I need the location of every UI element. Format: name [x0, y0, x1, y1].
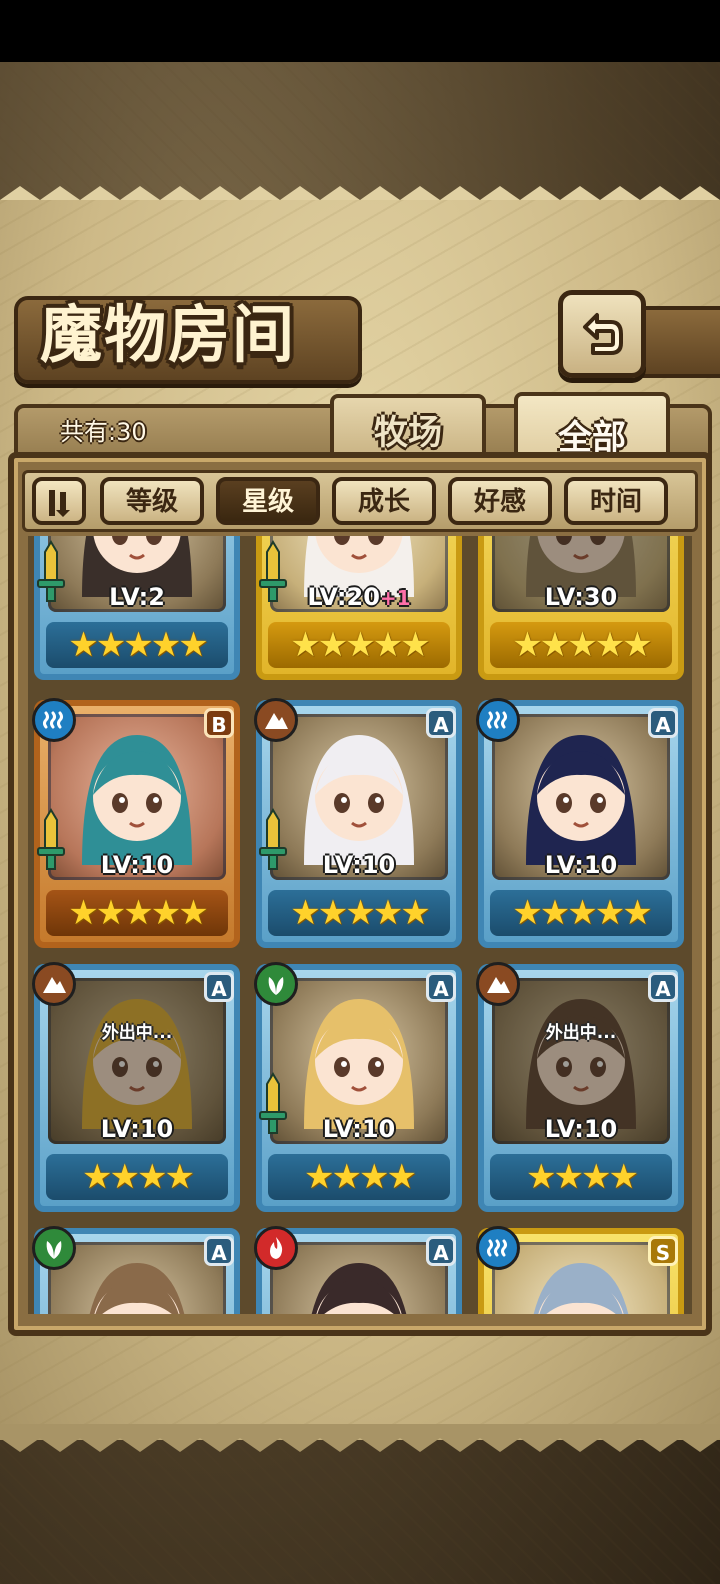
- star-rating: ★★★★: [46, 1154, 228, 1200]
- monster-card[interactable]: A: [32, 1226, 240, 1314]
- star-rating: ★★★★★: [46, 622, 228, 668]
- star-rating: ★★★★★: [268, 890, 450, 936]
- header-right-strip: [636, 306, 720, 378]
- monster-count: 共有:30: [60, 418, 147, 446]
- star-rating: ★★★★★: [490, 890, 672, 936]
- water-element-icon: [476, 698, 520, 742]
- monster-card[interactable]: LV:2 ★★★★★: [34, 536, 240, 680]
- sort-star-button[interactable]: 星级: [216, 477, 320, 525]
- monster-card[interactable]: 外出中...LV:30★★★★★: [478, 536, 684, 680]
- level-bonus: +1: [379, 586, 411, 610]
- level-text: LV:2: [109, 583, 165, 611]
- sort-growth-button[interactable]: 成长: [332, 477, 436, 525]
- level-label: LV:10: [34, 1112, 240, 1146]
- water-element-icon: [476, 1226, 520, 1270]
- monster-card[interactable]: LV:20+1 ★★★★★: [256, 536, 462, 680]
- star-rating: ★★★★★: [268, 622, 450, 668]
- rank-badge: S: [648, 1236, 678, 1266]
- water-element-icon: [32, 698, 76, 742]
- rank-badge: A: [426, 972, 456, 1002]
- level-text: LV:10: [100, 851, 174, 879]
- level-label: LV:10: [478, 848, 684, 882]
- level-text: LV:10: [100, 1115, 174, 1143]
- level-text: LV:10: [544, 851, 618, 879]
- monster-card[interactable]: A 外出中... LV:10 ★★★★: [476, 962, 684, 1212]
- level-label: LV:10: [34, 848, 240, 882]
- monster-card[interactable]: A: [254, 1226, 462, 1314]
- level-label: LV:2: [34, 580, 240, 614]
- torn-edge-bottom: [0, 1424, 720, 1452]
- rank-badge: A: [204, 972, 234, 1002]
- star-rating: ★★★★: [490, 1154, 672, 1200]
- earth-element-icon: [32, 962, 76, 1006]
- wood-element-icon: [32, 1226, 76, 1270]
- rank-badge: A: [426, 1236, 456, 1266]
- level-label: LV:10: [256, 1112, 462, 1146]
- sort-time-button[interactable]: 时间: [564, 477, 668, 525]
- rank-badge: A: [426, 708, 456, 738]
- monster-card[interactable]: A LV:10 ★★★★: [254, 962, 462, 1212]
- away-status: 外出中...: [101, 1023, 173, 1043]
- earth-element-icon: [476, 962, 520, 1006]
- level-text: LV:10: [322, 1115, 396, 1143]
- sort-order-toggle[interactable]: [32, 477, 86, 525]
- rank-badge: A: [204, 1236, 234, 1266]
- monster-grid[interactable]: LV:2 ★★★★★ LV:20+1 ★★★★★ 外出中... LV:30 ★★★★★ B LV…: [28, 536, 692, 1314]
- level-text: LV:20: [307, 583, 380, 611]
- monster-card[interactable]: B LV:10 ★★★★★: [32, 698, 240, 948]
- back-arrow-icon: [583, 313, 623, 355]
- sort-order-icon: [49, 490, 70, 517]
- wood-element-icon: [254, 962, 298, 1006]
- level-text: LV:10: [544, 1115, 618, 1143]
- level-label: LV:10: [256, 848, 462, 882]
- monster-card[interactable]: A LV:10 ★★★★★: [476, 698, 684, 948]
- status-bar: [0, 0, 720, 62]
- sort-level-button[interactable]: 等级: [100, 477, 204, 525]
- star-rating: ★★★★★: [490, 622, 672, 668]
- rank-badge: B: [204, 708, 234, 738]
- page-title: 魔物房间: [40, 298, 297, 371]
- level-text: LV:10: [322, 851, 396, 879]
- sort-affection-button[interactable]: 好感: [448, 477, 552, 525]
- earth-element-icon: [254, 698, 298, 742]
- monster-card[interactable]: S: [476, 1226, 684, 1314]
- level-text: LV:30: [544, 583, 618, 611]
- monster-card[interactable]: A LV:10 ★★★★★: [254, 698, 462, 948]
- fire-element-icon: [254, 1226, 298, 1270]
- back-button[interactable]: [558, 290, 646, 378]
- level-label: LV:30: [478, 580, 684, 614]
- level-label: LV:20+1: [256, 580, 462, 614]
- star-rating: ★★★★★: [46, 890, 228, 936]
- rank-badge: A: [648, 708, 678, 738]
- monster-card[interactable]: A 外出中... LV:10 ★★★★: [32, 962, 240, 1212]
- away-status: 外出中...: [545, 1023, 617, 1043]
- rank-badge: A: [648, 972, 678, 1002]
- star-rating: ★★★★: [268, 1154, 450, 1200]
- level-label: LV:10: [478, 1112, 684, 1146]
